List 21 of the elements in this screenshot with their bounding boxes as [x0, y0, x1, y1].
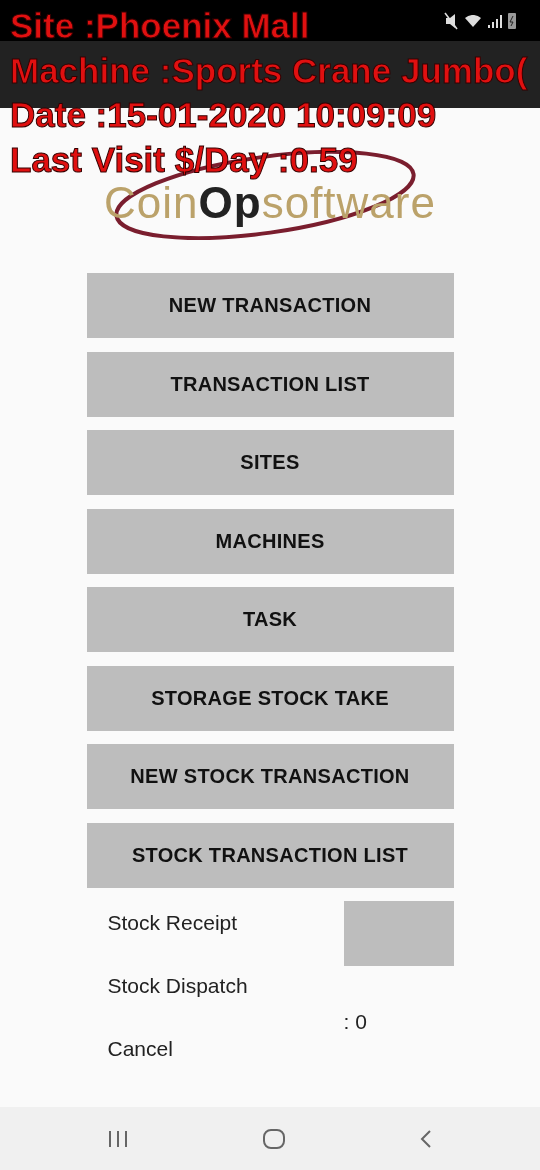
signal-icon	[488, 13, 502, 28]
menu-button[interactable]: NEW TRANSACTION	[86, 273, 454, 338]
menu-button[interactable]: TASK	[86, 587, 454, 652]
menu-button[interactable]: MACHINES	[86, 508, 454, 574]
wifi-icon	[464, 14, 482, 27]
home-icon[interactable]	[262, 1127, 286, 1150]
mute-icon	[444, 11, 458, 30]
menu-option[interactable]: Stock Dispatch	[107, 971, 248, 1000]
menu-option[interactable]: Cancel	[107, 1034, 248, 1063]
back-icon[interactable]	[419, 1128, 434, 1149]
menu-button[interactable]: STORAGE STOCK TAKE	[86, 665, 454, 731]
count-label: : 0	[343, 1009, 368, 1034]
menu-button[interactable]: SITES	[86, 430, 454, 495]
menu-button[interactable]: TRANSACTION LIST	[86, 351, 454, 417]
menu-button[interactable]: STOCK TRANSACTION LIST	[86, 822, 454, 888]
recents-icon[interactable]	[106, 1128, 129, 1149]
menu-option[interactable]: Stock Receipt	[107, 908, 248, 937]
menu-button[interactable]: NEW STOCK TRANSACTION	[86, 744, 454, 809]
battery-icon	[508, 12, 516, 29]
overlay-text: Machine :Sports Crane Jumbo(	[10, 50, 528, 91]
overlay-text: Site :Phoenix Mall	[10, 6, 310, 46]
